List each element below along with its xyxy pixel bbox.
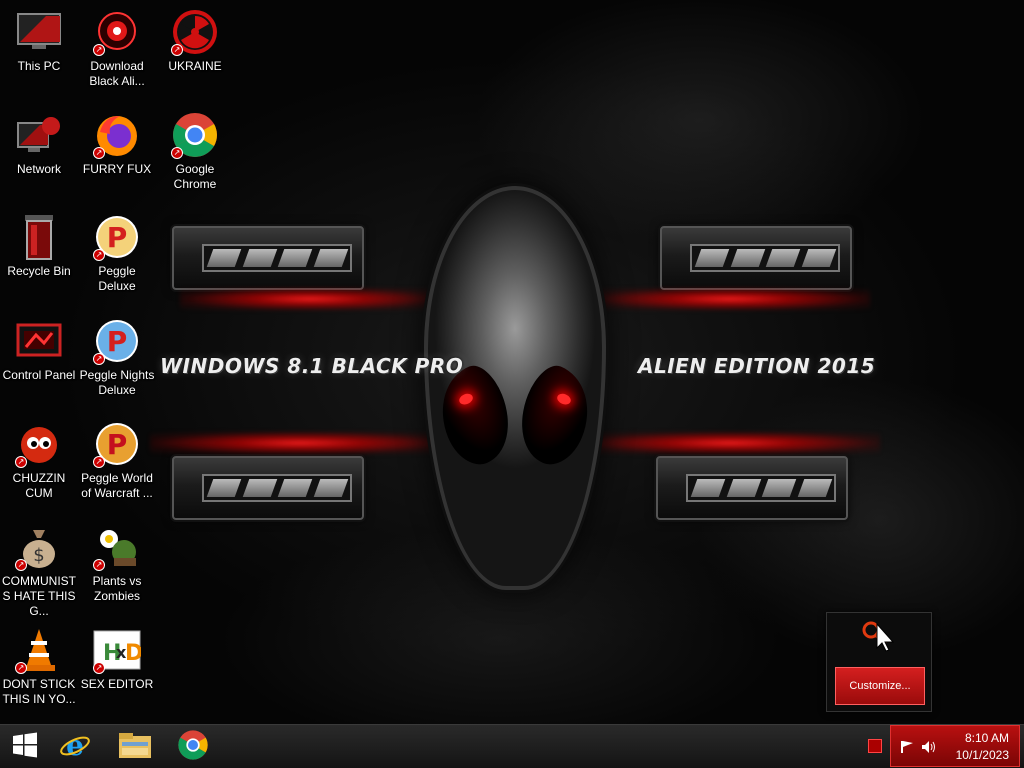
red-glow <box>580 432 880 454</box>
alien-eye-right <box>506 359 604 473</box>
desktop-icon-label: Download Black Ali... <box>89 59 145 88</box>
desktop-icon-this-pc[interactable]: This PC <box>0 8 78 74</box>
start-button[interactable] <box>0 727 50 767</box>
desktop-icon-label: Recycle Bin <box>7 264 71 278</box>
desktop-icon-ukraine[interactable]: ↗ UKRAINE <box>156 8 234 74</box>
peggle-icon: P ↗ <box>93 213 141 261</box>
wallpaper-plate-top-right <box>660 226 852 290</box>
clock-date: 10/1/2023 <box>955 748 1009 762</box>
hex-editor-icon: HxD ↗ <box>93 626 141 674</box>
control-panel-icon <box>15 317 63 365</box>
taskbar-chrome[interactable] <box>168 727 218 767</box>
desktop-icon-label: Peggle Nights Deluxe <box>79 368 155 397</box>
chrome-icon: ↗ <box>171 111 219 159</box>
wrench-cursor-icon <box>859 618 899 658</box>
chrome-icon <box>177 729 209 765</box>
desktop-icon-label: Network <box>16 162 61 176</box>
desktop-icon-label: Plants vs Zombies <box>92 574 142 603</box>
svg-text:P: P <box>107 428 128 461</box>
radiation-icon: ↗ <box>171 8 219 56</box>
taskbar-clock[interactable]: 8:10 AM 10/1/2023 <box>956 730 1009 764</box>
taskbar: e 8:10 AM 10/1/2023 <box>0 724 1024 768</box>
this-pc-icon <box>15 8 63 56</box>
volume-speaker-icon[interactable] <box>921 739 937 755</box>
shortcut-arrow-icon: ↗ <box>15 456 27 468</box>
svg-text:P: P <box>107 325 128 358</box>
vlc-cone-icon: ↗ <box>15 626 63 674</box>
desktop-icon-label: SEX EDITOR <box>80 677 154 691</box>
desktop-icon-download-black-alien[interactable]: ↗ Download Black Ali... <box>78 8 156 89</box>
desktop-icon-peggle-nights[interactable]: P ↗ Peggle Nights Deluxe <box>78 317 156 398</box>
svg-text:$: $ <box>33 545 44 566</box>
svg-text:e: e <box>66 729 84 761</box>
desktop-icon-google-chrome[interactable]: ↗ Google Chrome <box>156 111 234 192</box>
red-glow <box>180 288 440 310</box>
shortcut-arrow-icon: ↗ <box>93 249 105 261</box>
shortcut-arrow-icon: ↗ <box>93 353 105 365</box>
desktop-icon-recycle-bin[interactable]: Recycle Bin <box>0 213 78 279</box>
desktop-icon-label: UKRAINE <box>168 59 222 73</box>
chuzzle-icon: ↗ <box>15 420 63 468</box>
desktop-icon-control-panel[interactable]: Control Panel <box>0 317 78 383</box>
firefox-icon: ↗ <box>93 111 141 159</box>
wallpaper-plate-bottom-left <box>172 456 364 520</box>
wallpaper-title-left: WINDOWS 8.1 BLACK PRO <box>160 354 464 378</box>
file-explorer-icon <box>118 730 152 764</box>
peggle-icon: P ↗ <box>93 317 141 365</box>
shortcut-arrow-icon: ↗ <box>93 44 105 56</box>
wallpaper-title-right: ALIEN EDITION 2015 <box>638 354 876 378</box>
taskbar-internet-explorer[interactable]: e <box>50 727 100 767</box>
desktop-icon-label: DONT STICK THIS IN YO... <box>2 677 76 706</box>
shortcut-arrow-icon: ↗ <box>93 662 105 674</box>
customize-button[interactable]: Customize... <box>835 667 925 705</box>
desktop-icon-sex-editor[interactable]: HxD ↗ SEX EDITOR <box>78 626 156 692</box>
desktop-icon-label: FURRY FUX <box>82 162 152 176</box>
customize-popup: Customize... <box>826 612 932 712</box>
desktop-icon-label: Control Panel <box>2 368 76 382</box>
plants-vs-zombies-icon: ↗ <box>93 523 141 571</box>
shortcut-arrow-icon: ↗ <box>15 559 27 571</box>
shortcut-arrow-icon: ↗ <box>171 147 183 159</box>
desktop-icon-plants-vs-zombies[interactable]: ↗ Plants vs Zombies <box>78 523 156 604</box>
shortcut-arrow-icon: ↗ <box>93 559 105 571</box>
svg-text:D: D <box>125 641 141 666</box>
desktop-icon-label: CHUZZIN CUM <box>12 471 66 500</box>
desktop-icon-furry-fux[interactable]: ↗ FURRY FUX <box>78 111 156 177</box>
desktop-icon-label: Peggle Deluxe <box>98 264 136 293</box>
show-hidden-icons-button[interactable] <box>868 739 882 753</box>
shortcut-arrow-icon: ↗ <box>15 662 27 674</box>
red-glow <box>150 432 450 454</box>
system-tray: 8:10 AM 10/1/2023 <box>890 725 1020 767</box>
wallpaper-plate-top-left <box>172 226 364 290</box>
taskbar-file-explorer[interactable] <box>110 727 160 767</box>
desktop-icon-network[interactable]: Network <box>0 111 78 177</box>
recycle-bin-icon <box>15 213 63 261</box>
desktop-icon-communists[interactable]: $ ↗ COMMUNISTS HATE THIS G... <box>0 523 78 619</box>
windows-start-icon <box>12 732 38 762</box>
shortcut-arrow-icon: ↗ <box>93 456 105 468</box>
red-glow <box>590 288 870 310</box>
desktop-icon-dont-stick[interactable]: ↗ DONT STICK THIS IN YO... <box>0 626 78 707</box>
desktop-icon-label: This PC <box>17 59 61 73</box>
alien-download-icon: ↗ <box>93 8 141 56</box>
alien-head-logo <box>424 186 606 590</box>
shortcut-arrow-icon: ↗ <box>93 147 105 159</box>
popup-header <box>827 613 931 663</box>
wallpaper-plate-bottom-right <box>656 456 848 520</box>
network-icon <box>15 111 63 159</box>
desktop-icon-label: Peggle World of Warcraft ... <box>81 471 153 500</box>
money-bag-icon: $ ↗ <box>15 523 63 571</box>
desktop-icon-label: COMMUNISTS HATE THIS G... <box>2 574 76 618</box>
shortcut-arrow-icon: ↗ <box>171 44 183 56</box>
desktop-icon-chuzzin[interactable]: ↗ CHUZZIN CUM <box>0 420 78 501</box>
svg-text:P: P <box>107 221 128 254</box>
action-center-flag-icon[interactable] <box>899 739 915 755</box>
peggle-icon: P ↗ <box>93 420 141 468</box>
desktop-icon-label: Google Chrome <box>173 162 217 191</box>
internet-explorer-icon: e <box>59 729 91 765</box>
desktop-icon-peggle-deluxe[interactable]: P ↗ Peggle Deluxe <box>78 213 156 294</box>
clock-time: 8:10 AM <box>964 731 1009 745</box>
desktop-icon-peggle-warcraft[interactable]: P ↗ Peggle World of Warcraft ... <box>78 420 156 501</box>
